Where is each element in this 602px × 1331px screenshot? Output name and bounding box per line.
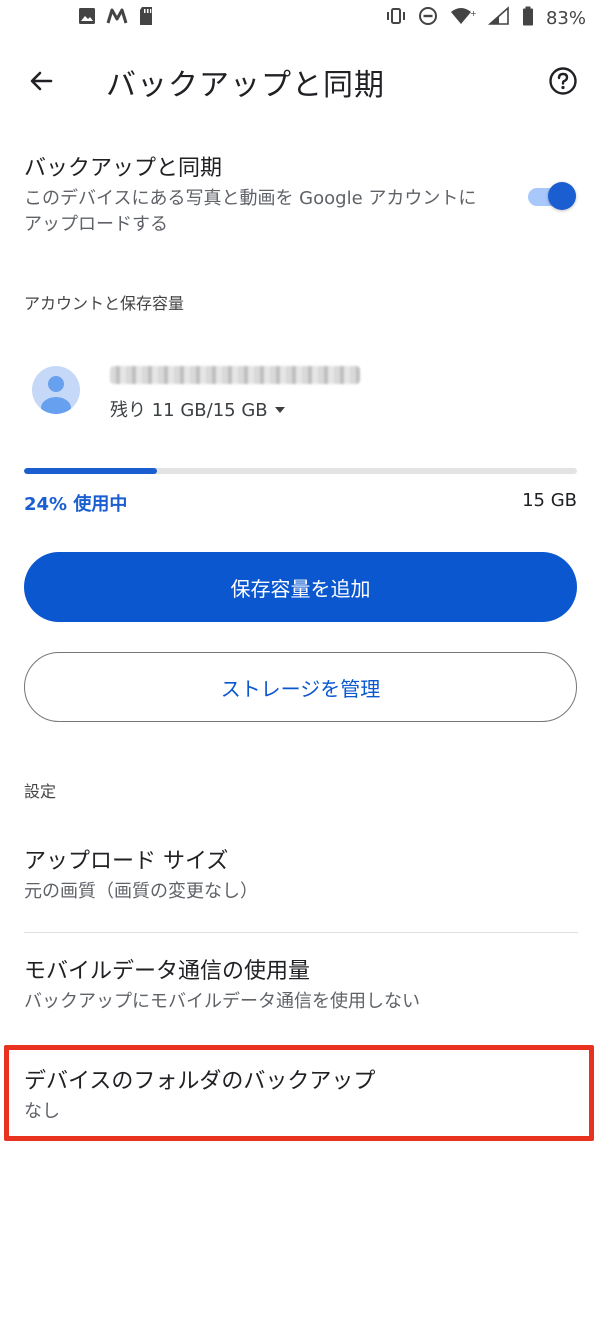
account-section-header: アカウントと保存容量 bbox=[24, 294, 185, 313]
status-bar: + 83% bbox=[0, 0, 602, 36]
storage-progress-bar bbox=[24, 468, 577, 474]
app-bar: バックアップと同期 bbox=[0, 50, 602, 114]
account-row[interactable]: 残り 11 GB/15 GB bbox=[24, 360, 578, 430]
dropdown-arrow-icon bbox=[274, 399, 286, 420]
upload-size-setting[interactable]: アップロード サイズ 元の画質（画質の変更なし） bbox=[24, 846, 578, 906]
help-button[interactable] bbox=[546, 66, 580, 100]
page-title: バックアップと同期 bbox=[106, 68, 385, 103]
backup-sync-row[interactable]: バックアップと同期 このデバイスにある写真と動画を Google アカウントにア… bbox=[24, 152, 578, 252]
total-storage-label: 15 GB bbox=[522, 490, 577, 511]
setting-subtitle: なし bbox=[24, 1101, 60, 1122]
do-not-disturb-icon bbox=[418, 6, 438, 30]
setting-title: モバイルデータ通信の使用量 bbox=[24, 959, 311, 984]
setting-subtitle: 元の画質（画質の変更なし） bbox=[24, 881, 258, 902]
back-button[interactable] bbox=[24, 66, 58, 100]
help-icon bbox=[548, 66, 578, 100]
mobile-data-setting[interactable]: モバイルデータ通信の使用量 バックアップにモバイルデータ通信を使用しない bbox=[24, 956, 578, 1016]
arrow-back-icon bbox=[27, 67, 55, 99]
wifi-icon: + bbox=[450, 6, 477, 30]
manage-storage-button[interactable]: ストレージを管理 bbox=[24, 652, 577, 722]
backup-sync-toggle[interactable] bbox=[526, 178, 576, 214]
avatar bbox=[32, 366, 80, 414]
usage-label: 24% 使用中 bbox=[24, 494, 128, 515]
battery-percent: 83% bbox=[545, 7, 586, 29]
person-icon bbox=[41, 376, 71, 414]
backup-sync-description: このデバイスにある写真と動画を Google アカウントにアップロードする bbox=[24, 188, 477, 235]
status-bar-right: + 83% bbox=[386, 6, 586, 30]
backup-sync-title: バックアップと同期 bbox=[24, 156, 223, 181]
setting-title: アップロード サイズ bbox=[24, 849, 229, 874]
setting-title: デバイスのフォルダのバックアップ bbox=[24, 1069, 376, 1094]
device-folder-backup-setting[interactable]: デバイスのフォルダのバックアップ なし bbox=[24, 1066, 578, 1126]
setting-subtitle: バックアップにモバイルデータ通信を使用しない bbox=[24, 991, 420, 1012]
m-logo-icon bbox=[106, 7, 128, 29]
storage-progress-fill bbox=[24, 468, 157, 474]
vibrate-icon bbox=[386, 7, 406, 29]
settings-section-header: 設定 bbox=[24, 782, 57, 801]
battery-icon bbox=[522, 6, 534, 30]
quota-remaining[interactable]: 残り 11 GB/15 GB bbox=[110, 396, 286, 422]
divider bbox=[24, 932, 578, 933]
toggle-thumb bbox=[548, 182, 576, 210]
signal-icon bbox=[487, 6, 510, 30]
add-storage-button[interactable]: 保存容量を追加 bbox=[24, 552, 577, 622]
quota-remaining-text: 残り 11 GB/15 GB bbox=[110, 400, 268, 421]
svg-text:+: + bbox=[470, 9, 476, 18]
status-bar-left bbox=[78, 6, 154, 30]
sd-card-icon bbox=[138, 6, 154, 30]
image-icon bbox=[78, 7, 96, 29]
account-email-redacted bbox=[110, 366, 360, 384]
